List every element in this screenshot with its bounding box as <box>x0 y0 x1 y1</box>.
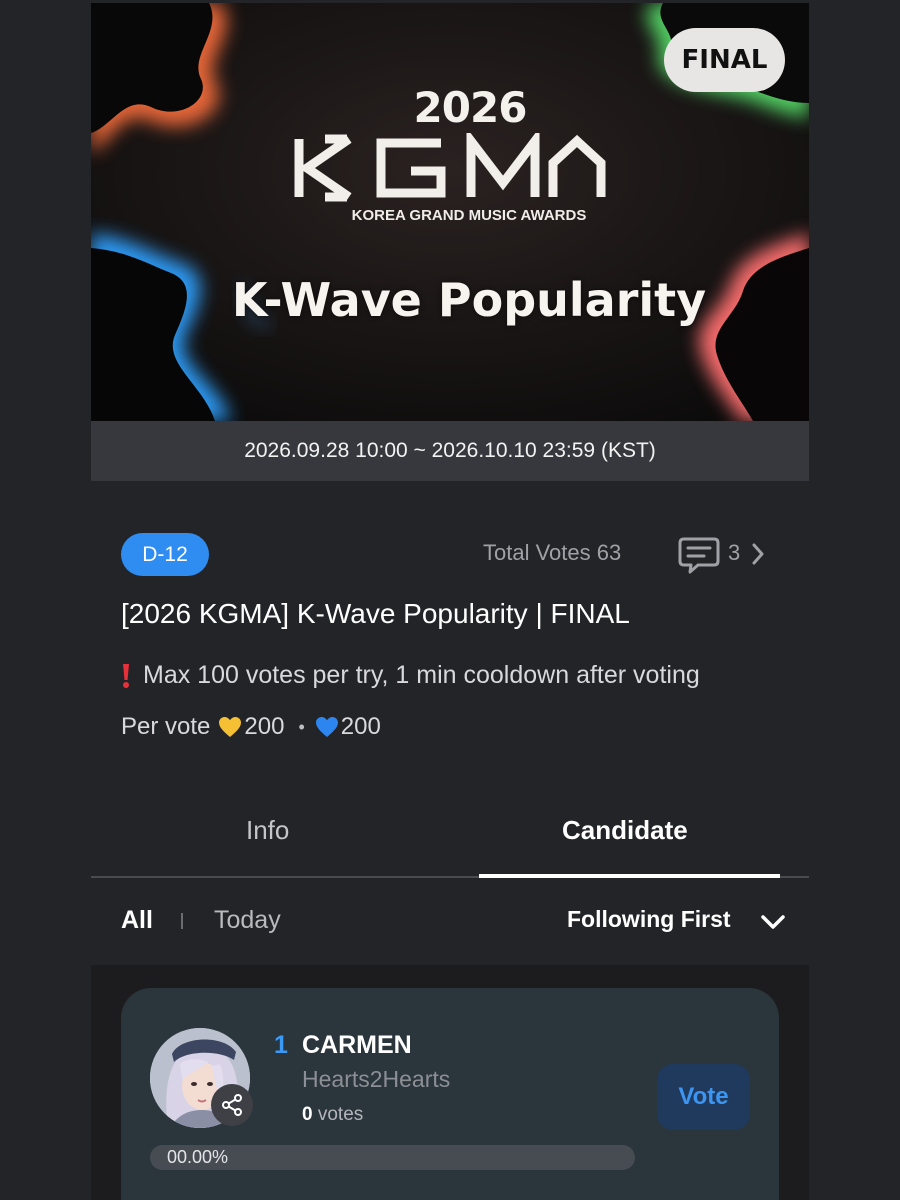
gold-heart-cost: 200 <box>244 713 285 740</box>
filter-today[interactable]: Today <box>214 906 281 935</box>
tab-active-indicator <box>479 874 780 878</box>
blue-heart-icon <box>315 717 338 737</box>
filter-separator <box>181 913 183 929</box>
final-badge: FINAL <box>664 28 785 92</box>
comment-icon[interactable] <box>678 535 720 575</box>
sort-dropdown[interactable]: Following First <box>567 906 731 933</box>
share-icon <box>222 1094 242 1116</box>
total-votes-label: Total Votes <box>483 540 591 565</box>
event-title: [2026 KGMA] K-Wave Popularity | FINAL <box>121 598 630 629</box>
exclamation-icon <box>123 663 129 688</box>
kgma-logo <box>294 133 606 202</box>
banner-title: K-Wave Popularity <box>231 273 707 327</box>
vote-notice-text: Max 100 votes per try, 1 min cooldown af… <box>143 661 700 689</box>
vote-button[interactable]: Vote <box>657 1064 750 1130</box>
filter-all[interactable]: All <box>121 906 153 935</box>
event-banner: 2026 KOREA GRAND MUSIC AWARDS K-Wave Pop… <box>91 3 809 421</box>
candidate-votes-label: votes <box>317 1104 364 1125</box>
per-vote-label: Per vote <box>121 713 211 740</box>
candidate-group: Hearts2Hearts <box>302 1066 451 1092</box>
vote-percent: 00.00% <box>167 1147 229 1167</box>
comment-count[interactable]: 3 <box>728 540 740 566</box>
blue-heart-cost: 200 <box>340 713 381 740</box>
app-frame: 2026 KOREA GRAND MUSIC AWARDS K-Wave Pop… <box>0 0 900 1200</box>
share-button[interactable] <box>211 1084 253 1126</box>
per-vote-cost: Per vote 200 • 200 <box>121 713 381 741</box>
chevron-right-icon[interactable] <box>750 542 766 566</box>
candidate-votes-count: 0 <box>302 1104 313 1125</box>
total-votes: Total Votes 63 <box>483 540 621 566</box>
voting-period: 2026.09.28 10:00 ~ 2026.10.10 23:59 (KST… <box>91 421 809 481</box>
dday-badge: D-12 <box>121 533 209 576</box>
tab-candidate[interactable]: Candidate <box>562 815 688 846</box>
candidate-votes: 0 votes <box>302 1104 363 1126</box>
chevron-down-icon[interactable] <box>760 913 786 931</box>
candidate-rank: 1 <box>274 1031 288 1059</box>
vote-notice: Max 100 votes per try, 1 min cooldown af… <box>121 661 700 690</box>
total-votes-value: 63 <box>596 540 622 565</box>
candidate-name: CARMEN <box>302 1031 412 1059</box>
cost-separator: • <box>298 716 305 737</box>
tab-info[interactable]: Info <box>246 815 289 846</box>
banner-subtitle: KOREA GRAND MUSIC AWARDS <box>351 207 587 224</box>
gold-heart-icon <box>219 717 242 737</box>
